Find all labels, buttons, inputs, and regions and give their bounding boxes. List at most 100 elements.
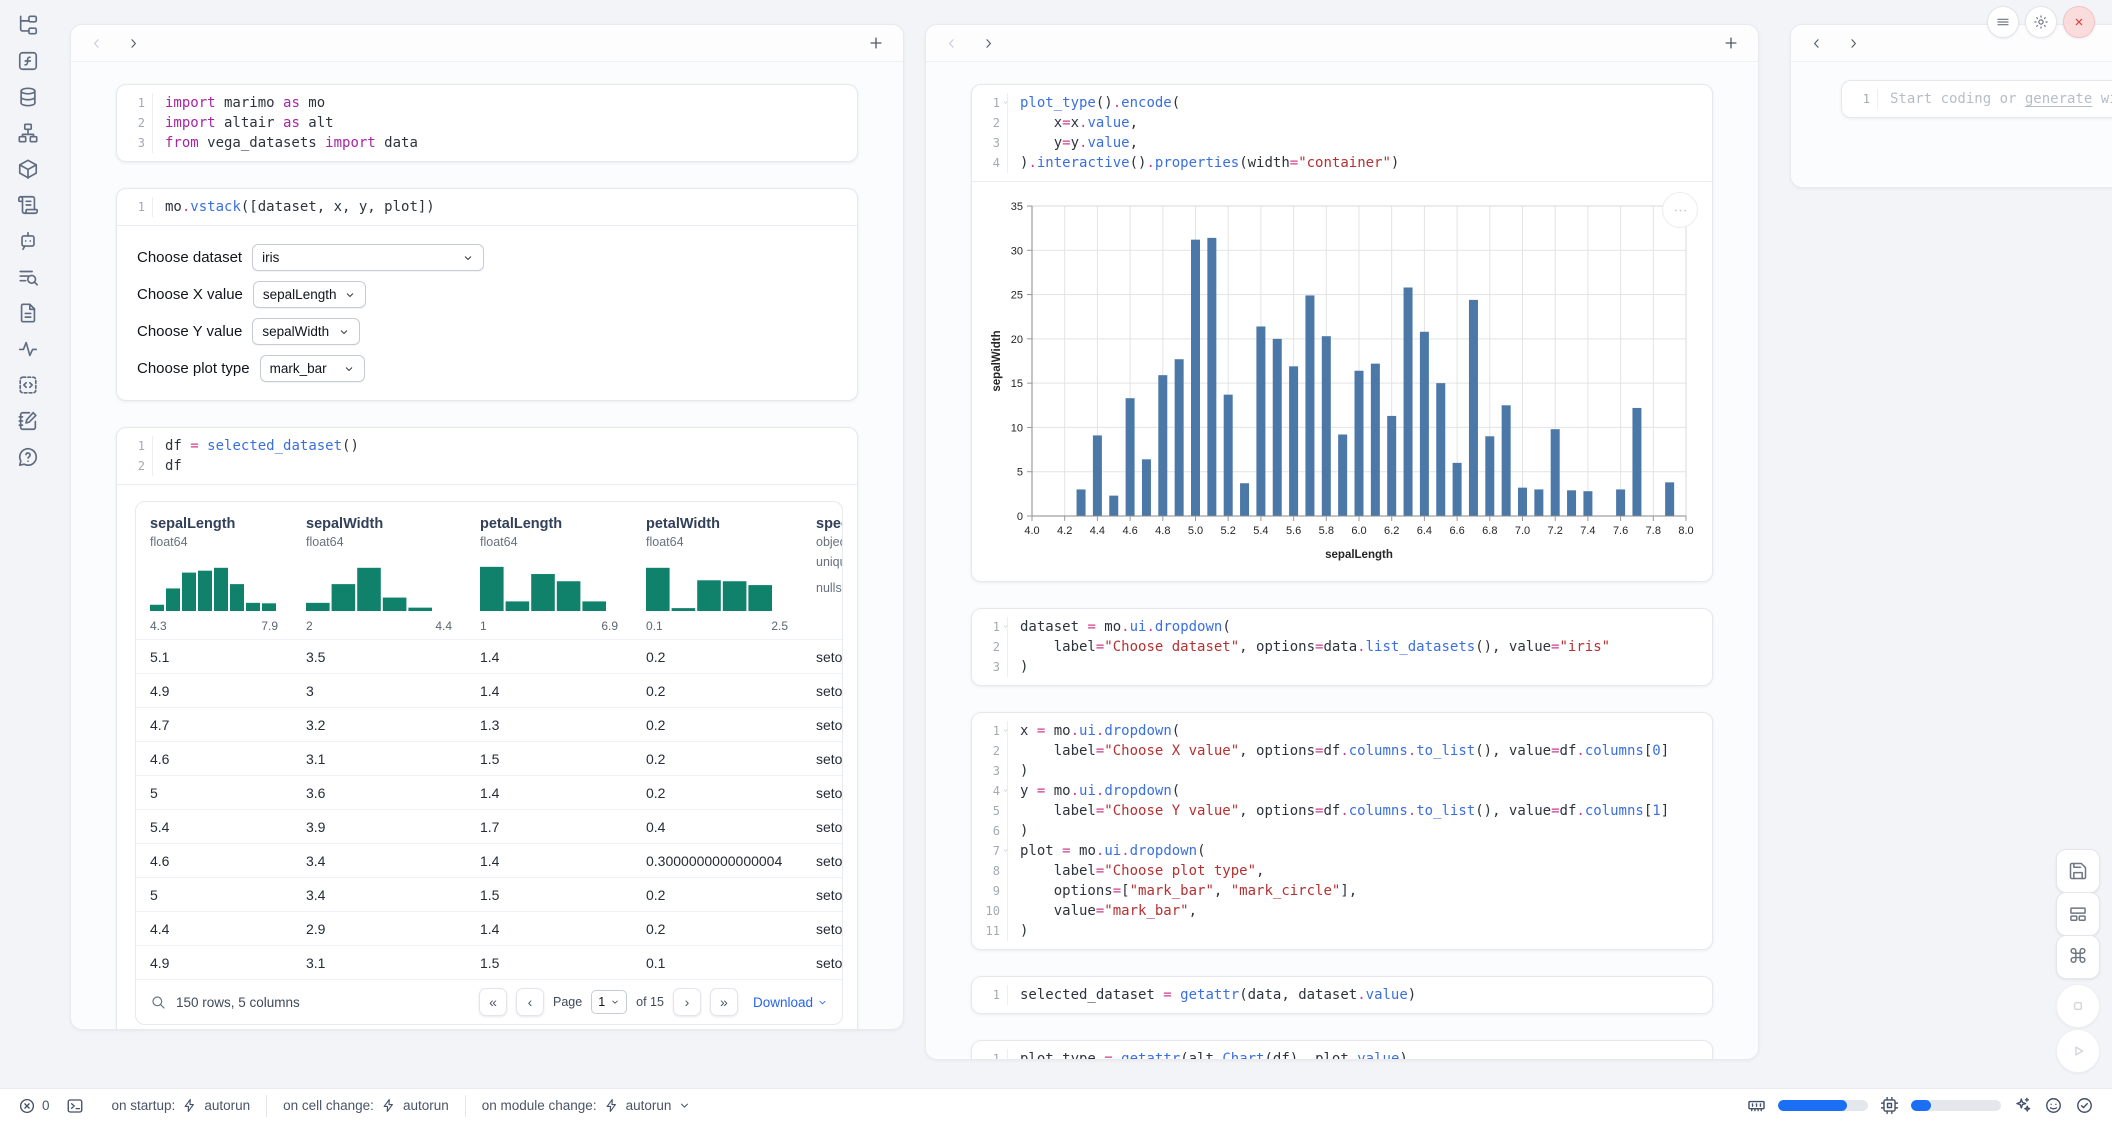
line-number: 2 [972, 637, 1008, 657]
table-row[interactable]: 4.93.11.50.1setosa [136, 945, 842, 979]
code-cell-xy-plot-dropdowns[interactable]: 1⌄x = mo.ui.dropdown(2 label="Choose X v… [971, 712, 1713, 950]
code-cell-imports[interactable]: 1import marimo as mo2import altair as al… [116, 84, 858, 162]
on-startup-setting[interactable]: on startup: autorun [112, 1098, 251, 1113]
first-page-button[interactable]: « [479, 988, 507, 1016]
prev-cell-icon[interactable] [1809, 36, 1824, 51]
code-editor[interactable]: 1mo.vstack([dataset, x, y, plot]) [117, 189, 857, 225]
dataframe-output: sepalLengthfloat644.37.9sepalWidthfloat6… [135, 501, 839, 1025]
keyboard-shortcuts-button[interactable]: ⌘ [2056, 935, 2100, 979]
table-cell: setosa [802, 819, 843, 835]
stop-button[interactable] [2056, 984, 2100, 1028]
code-editor[interactable]: 1⌄plot_type().encode(2 x=x.value,3 y=y.v… [972, 85, 1712, 181]
last-page-button[interactable]: » [710, 988, 738, 1016]
code-block-icon[interactable] [17, 374, 39, 396]
fold-marker[interactable]: ⌄ [1003, 845, 1008, 853]
dropdown-select-choose-plot-type[interactable]: mark_bar [260, 355, 365, 382]
code-editor-placeholder[interactable]: Start coding or generate with AI [1878, 89, 2112, 109]
prev-page-button[interactable]: ‹ [516, 988, 544, 1016]
table-row[interactable]: 4.73.21.30.2setosa [136, 707, 842, 741]
add-cell-icon[interactable] [1722, 34, 1740, 52]
on-cell-change-setting[interactable]: on cell change: autorun [283, 1098, 449, 1113]
fold-marker[interactable]: ⌄ [1003, 621, 1008, 629]
code-cell-plot[interactable]: 1⌄plot_type().encode(2 x=x.value,3 y=y.v… [971, 84, 1713, 582]
fold-marker[interactable]: ⌄ [1003, 785, 1008, 793]
menu-button[interactable] [1987, 6, 2019, 38]
table-cell: setosa [802, 717, 843, 733]
bar-chart[interactable]: 4.04.24.44.64.85.05.25.45.65.86.06.26.46… [986, 192, 1698, 564]
table-row[interactable]: 4.63.11.50.2setosa [136, 741, 842, 775]
dropdown-select-choose-dataset[interactable]: iris [252, 244, 484, 271]
code-editor[interactable]: 1plot_type = getattr(alt.Chart(df), plot… [972, 1041, 1712, 1060]
file-tree-icon[interactable] [17, 14, 39, 36]
settings-button[interactable] [2025, 6, 2057, 38]
table-row[interactable]: 4.63.41.40.3000000000000004setosa [136, 843, 842, 877]
errors-indicator[interactable]: 0 [18, 1097, 50, 1115]
column-header-species[interactable]: speciesobjectunique:nulls: [802, 516, 843, 633]
scratchpad-cell[interactable]: 1 Start coding or generate with AI [1841, 80, 2112, 118]
generate-link[interactable]: generate [2025, 91, 2092, 107]
table-row[interactable]: 5.43.91.70.4setosa [136, 809, 842, 843]
run-button[interactable] [2056, 1029, 2100, 1073]
code-editor[interactable]: 1⌄dataset = mo.ui.dropdown(2 label="Choo… [972, 609, 1712, 685]
page-select[interactable]: 1 [591, 990, 627, 1014]
close-panel-button[interactable] [2063, 6, 2095, 38]
code-cell-dataset-dropdown[interactable]: 1⌄dataset = mo.ui.dropdown(2 label="Choo… [971, 608, 1713, 686]
dropdown-select-choose-x-value[interactable]: sepalLength [253, 281, 366, 308]
package-icon[interactable] [17, 158, 39, 180]
fold-marker[interactable]: ⌄ [1003, 725, 1008, 733]
ai-sparkles-icon[interactable] [2013, 1096, 2032, 1115]
chat-bot-icon[interactable] [17, 230, 39, 252]
on-module-change-setting[interactable]: on module change: autorun [482, 1098, 692, 1113]
code-editor[interactable]: 1selected_dataset = getattr(data, datase… [972, 977, 1712, 1013]
next-cell-icon[interactable] [126, 36, 141, 51]
next-cell-icon[interactable] [1846, 36, 1861, 51]
column-header-petalLength[interactable]: petalLengthfloat6416.9 [466, 516, 632, 633]
table-row[interactable]: 5.13.51.40.2setosa [136, 639, 842, 673]
code-line: 1selected_dataset = getattr(data, datase… [972, 985, 1712, 1005]
next-page-button[interactable]: › [673, 988, 701, 1016]
dependency-graph-icon[interactable] [17, 122, 39, 144]
column-header-petalWidth[interactable]: petalWidthfloat640.12.5 [632, 516, 802, 633]
notebook-pen-icon[interactable] [17, 410, 39, 432]
code-text: label="Choose plot type", [1008, 861, 1264, 881]
dropdown-select-choose-y-value[interactable]: sepalWidth [252, 318, 360, 345]
scroll-text-icon[interactable] [17, 194, 39, 216]
code-cell-vstack[interactable]: 1mo.vstack([dataset, x, y, plot])Choose … [116, 188, 858, 401]
file-text-icon[interactable] [17, 302, 39, 324]
code-line: 1mo.vstack([dataset, x, y, plot]) [117, 197, 857, 217]
code-line: 6) [972, 821, 1712, 841]
column-header-sepalLength[interactable]: sepalLengthfloat644.37.9 [136, 516, 292, 633]
cpu-icon [1880, 1096, 1899, 1115]
table-row[interactable]: 4.931.40.2setosa [136, 673, 842, 707]
fold-marker[interactable]: ⌄ [1003, 97, 1008, 105]
code-cell-selected-dataset[interactable]: 1selected_dataset = getattr(data, datase… [971, 976, 1713, 1014]
column-header-sepalWidth[interactable]: sepalWidthfloat6424.4 [292, 516, 466, 633]
download-button[interactable]: Download [753, 995, 828, 1010]
table-row[interactable]: 53.41.50.2setosa [136, 877, 842, 911]
prev-cell-icon[interactable] [944, 36, 959, 51]
activity-icon[interactable] [17, 338, 39, 360]
assistant-icon[interactable] [2044, 1096, 2063, 1115]
layout-toggle-button[interactable] [2056, 892, 2100, 936]
list-search-icon[interactable] [17, 266, 39, 288]
svg-text:0: 0 [1017, 511, 1023, 523]
range-min: 4.3 [150, 619, 167, 633]
prev-cell-icon[interactable] [89, 36, 104, 51]
table-row[interactable]: 53.61.40.2setosa [136, 775, 842, 809]
table-row[interactable]: 4.42.91.40.2setosa [136, 911, 842, 945]
code-cell-dataframe[interactable]: 1df = selected_dataset()2df sepalLengthfl… [116, 427, 858, 1030]
code-editor[interactable]: 1df = selected_dataset()2df [117, 428, 857, 484]
code-editor[interactable]: 1⌄x = mo.ui.dropdown(2 label="Choose X v… [972, 713, 1712, 949]
add-cell-icon[interactable] [867, 34, 885, 52]
search-icon[interactable] [150, 994, 166, 1010]
next-cell-icon[interactable] [981, 36, 996, 51]
code-editor[interactable]: 1import marimo as mo2import altair as al… [117, 85, 857, 161]
chart-menu-button[interactable] [1662, 192, 1698, 228]
code-cell-plot-type[interactable]: 1plot_type = getattr(alt.Chart(df), plot… [971, 1040, 1713, 1060]
save-button[interactable] [2056, 849, 2100, 893]
function-square-icon[interactable] [17, 50, 39, 72]
code-text: selected_dataset = getattr(data, dataset… [1008, 985, 1416, 1005]
terminal-button[interactable] [66, 1097, 84, 1115]
database-icon[interactable] [17, 86, 39, 108]
help-circle-icon[interactable] [17, 446, 39, 468]
